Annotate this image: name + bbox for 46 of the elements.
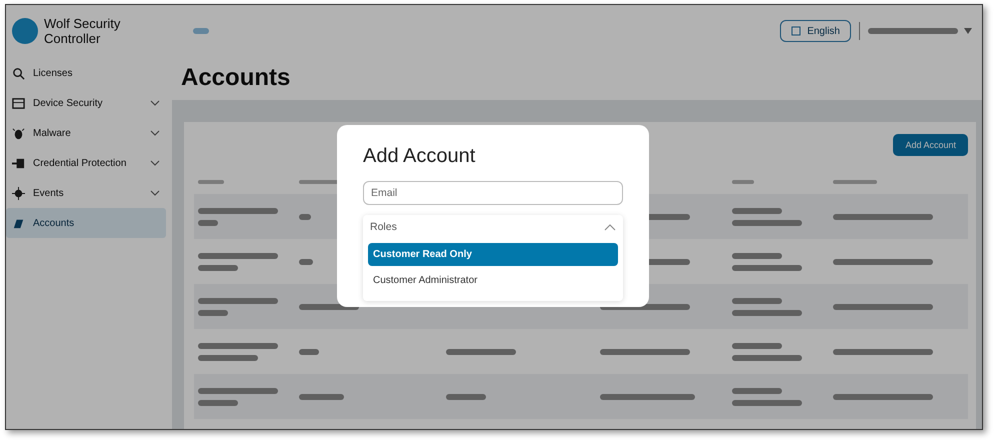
sidebar-item[interactable]: Accounts	[6, 208, 166, 238]
app-title: Wolf Security Controller	[44, 16, 122, 46]
sidebar-item[interactable]: Licenses	[6, 58, 166, 88]
sidebar-item[interactable]: Malware	[6, 118, 166, 148]
blurred-text	[198, 264, 238, 270]
page-title: Accounts	[180, 63, 292, 93]
blurred-text	[198, 354, 258, 360]
blurred-text	[732, 252, 782, 258]
blurred-text	[732, 220, 802, 226]
blurred-text	[298, 258, 313, 264]
role-option[interactable]: Customer Administrator	[368, 269, 618, 292]
email-field[interactable]: Email	[363, 181, 623, 205]
blurred-text	[832, 180, 877, 184]
blurred-text	[298, 348, 319, 354]
blurred-text	[732, 310, 802, 316]
blurred-text	[732, 298, 782, 304]
sidebar-item[interactable]: Events	[6, 178, 166, 208]
blurred-text	[732, 400, 802, 406]
bug-icon	[12, 126, 25, 140]
blurred-text	[193, 28, 209, 34]
blurred-text	[732, 388, 782, 394]
blurred-text	[198, 400, 238, 406]
sidebar-item[interactable]: Credential Protection	[6, 148, 166, 178]
blurred-text	[446, 348, 516, 354]
blurred-text	[732, 354, 802, 360]
roles-dropdown[interactable]: Roles	[363, 215, 623, 239]
magnifier-icon	[12, 66, 25, 80]
blurred-text	[198, 180, 224, 184]
blurred-text	[732, 208, 782, 214]
blurred-text	[298, 214, 311, 220]
role-option[interactable]: Customer Read Only	[368, 243, 618, 266]
blurred-text	[298, 394, 344, 400]
blurred-text	[732, 264, 802, 270]
caret-icon[interactable]	[964, 28, 972, 34]
blurred-text	[732, 342, 782, 348]
blurred-text	[732, 180, 754, 184]
language-button[interactable]: English	[780, 20, 851, 42]
blurred-text	[198, 310, 228, 316]
add-account-button[interactable]: Add Account	[893, 134, 968, 156]
monitor-icon	[12, 96, 25, 110]
dialog-title: Add Account	[363, 145, 476, 169]
blurred-text	[198, 220, 218, 226]
blurred-text	[446, 394, 486, 400]
sidebar-item[interactable]: Device Security	[6, 88, 166, 118]
target-icon	[12, 186, 25, 200]
logo-icon	[12, 18, 38, 44]
